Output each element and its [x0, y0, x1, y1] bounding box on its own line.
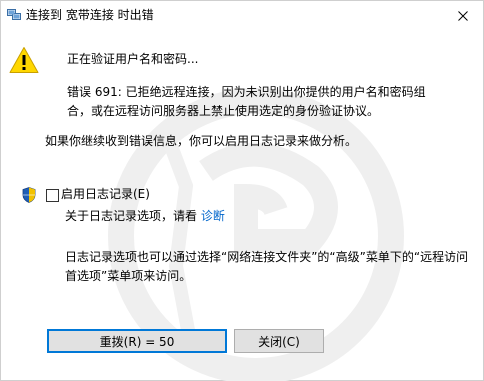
logging-note-line2: 首选项”菜单项来访问。	[65, 269, 192, 283]
close-icon	[458, 11, 468, 21]
network-connection-icon	[7, 9, 21, 20]
window-title: 连接到 宽带连接 时出错	[26, 8, 154, 22]
diagnose-link[interactable]: 诊断	[201, 209, 225, 223]
logging-note-line1: 日志记录选项也可以通过选择“网络连接文件夹”的“高级”菜单下的“远程访问	[65, 250, 469, 264]
error-message-line1: 错误 691: 已拒绝远程连接，因为未识别出你提供的用户名和密码组	[67, 85, 426, 99]
about-logging-prefix: 关于日志记录选项，请看	[65, 209, 201, 223]
uac-shield-icon	[22, 187, 36, 203]
redial-button-label: 重拨(R) = 50	[99, 334, 175, 349]
close-button-label: 关闭(C)	[258, 334, 300, 349]
enable-logging-label[interactable]: 启用日志记录(E)	[61, 185, 150, 204]
status-text: 正在验证用户名和密码...	[67, 52, 199, 66]
close-window-button[interactable]	[443, 1, 483, 31]
warning-icon	[9, 47, 39, 73]
redial-button[interactable]: 重拨(R) = 50	[47, 329, 227, 353]
about-logging-text: 关于日志记录选项，请看 诊断	[65, 207, 225, 226]
close-button[interactable]: 关闭(C)	[234, 329, 324, 353]
enable-logging-checkbox[interactable]	[46, 189, 59, 202]
error-dialog: 连接到 宽带连接 时出错 正在验证用户名和密码... 错误 691: 已拒绝远程…	[0, 0, 484, 381]
hint-text: 如果你继续收到错误信息，你可以启用日志记录来做分析。	[45, 134, 358, 148]
title-bar: 连接到 宽带连接 时出错	[1, 1, 483, 31]
error-message-line2: 合，或在远程访问服务器上禁止使用选定的身份验证协议。	[67, 104, 380, 118]
